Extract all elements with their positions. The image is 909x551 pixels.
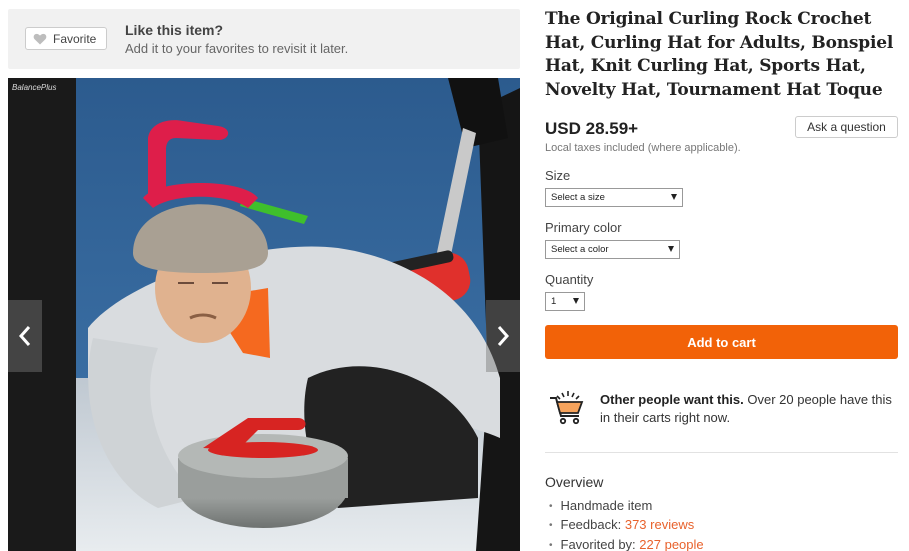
favorite-prompt-title: Like this item?	[125, 22, 224, 38]
cart-demand-message: Other people want this. Over 20 people h…	[600, 391, 900, 426]
size-label: Size	[545, 168, 571, 183]
reviews-link[interactable]: 373 reviews	[625, 517, 694, 532]
divider	[545, 452, 898, 453]
favorite-button[interactable]: Favorite	[25, 27, 107, 50]
overview-list: Handmade item Feedback: 373 reviews Favo…	[549, 497, 704, 551]
color-select-value: Select a color	[551, 244, 609, 255]
image-watermark: BalancePlus	[12, 83, 56, 92]
shopping-cart-icon	[550, 391, 584, 425]
overview-title: Overview	[545, 474, 604, 490]
size-select-value: Select a size	[551, 192, 605, 203]
add-to-cart-button[interactable]: Add to cart	[545, 325, 898, 359]
favorite-banner: Favorite Like this item? Add it to your …	[8, 9, 520, 69]
chevron-left-icon	[18, 326, 31, 346]
taxes-note: Local taxes included (where applicable).	[545, 142, 741, 154]
favorited-by-link[interactable]: 227 people	[639, 537, 703, 551]
overview-feedback-label: Feedback:	[560, 517, 625, 533]
list-item: Feedback: 373 reviews	[549, 516, 704, 535]
chevron-right-icon	[497, 326, 510, 346]
ask-question-button[interactable]: Ask a question	[795, 116, 898, 138]
quantity-select[interactable]: 1	[545, 292, 585, 311]
heart-icon	[33, 33, 47, 44]
overview-handmade: Handmade item	[560, 498, 653, 513]
favorite-button-label: Favorite	[53, 31, 97, 46]
cart-demand-bold: Other people want this.	[600, 392, 744, 407]
color-select[interactable]: Select a color	[545, 240, 680, 259]
size-select[interactable]: Select a size	[545, 188, 683, 207]
list-item: Handmade item	[549, 497, 704, 516]
price: USD 28.59+	[545, 119, 639, 138]
list-item: Favorited by: 227 people	[549, 536, 704, 551]
chevron-down-icon	[573, 298, 579, 304]
chevron-down-icon	[671, 194, 677, 200]
color-label: Primary color	[545, 220, 622, 235]
listing-title: The Original Curling Rock Crochet Hat, C…	[545, 9, 894, 100]
product-image[interactable]: BalancePlus	[8, 78, 520, 551]
chevron-down-icon	[668, 246, 674, 252]
product-photo: BalancePlus	[8, 78, 520, 551]
overview-favorited-label: Favorited by:	[560, 536, 640, 551]
previous-image-button[interactable]	[8, 300, 42, 372]
quantity-label: Quantity	[545, 272, 594, 287]
next-image-button[interactable]	[486, 300, 520, 372]
favorite-prompt-subtitle: Add it to your favorites to revisit it l…	[125, 41, 349, 56]
quantity-select-value: 1	[551, 296, 557, 307]
